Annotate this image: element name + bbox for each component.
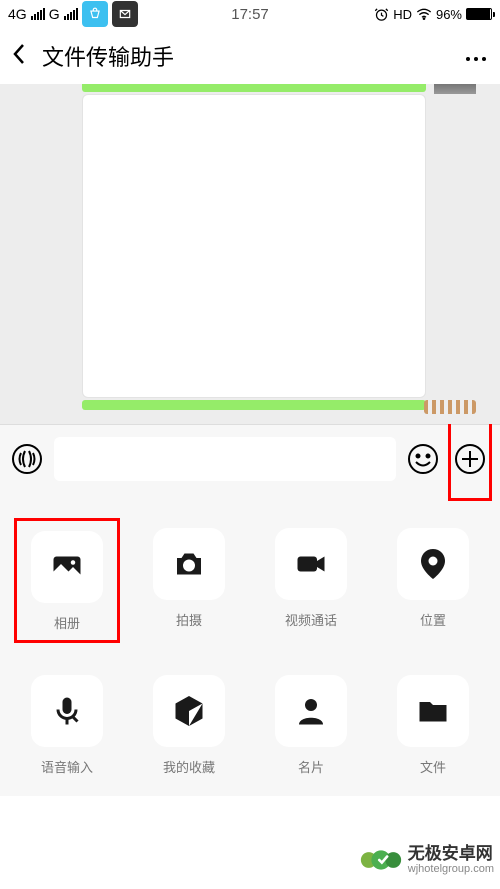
message-bubble[interactable] <box>82 400 426 410</box>
vivo-store-icon[interactable] <box>82 1 108 27</box>
signal-bars-icon <box>64 8 78 20</box>
image-message[interactable] <box>82 94 426 398</box>
status-right: HD 96% <box>374 7 492 22</box>
back-button[interactable] <box>12 43 36 70</box>
attach-item-camera[interactable]: 拍摄 <box>153 528 225 635</box>
cube-icon <box>171 693 207 729</box>
album-highlight: 相册 <box>14 518 120 643</box>
more-button[interactable] <box>464 43 488 69</box>
attach-item-file[interactable]: 文件 <box>397 675 469 776</box>
chat-title: 文件传输助手 <box>42 40 464 72</box>
microphone-icon <box>49 693 85 729</box>
battery-icon <box>466 8 492 20</box>
person-icon <box>293 693 329 729</box>
attach-label: 我的收藏 <box>163 757 215 776</box>
camera-icon <box>171 546 207 582</box>
attach-item-voice-input[interactable]: 语音输入 <box>31 675 103 776</box>
message-input[interactable] <box>54 437 396 481</box>
watermark-logo-icon <box>360 839 402 881</box>
chat-area[interactable] <box>0 84 500 424</box>
signal-bars-icon <box>31 8 45 20</box>
album-icon <box>49 549 85 585</box>
status-left: 4G G <box>8 1 374 27</box>
hd-label: HD <box>393 7 412 22</box>
folder-icon <box>415 693 451 729</box>
attach-item-contact-card[interactable]: 名片 <box>275 675 347 776</box>
plus-button[interactable] <box>453 442 487 476</box>
plus-button-highlight <box>448 417 492 501</box>
voice-toggle-button[interactable] <box>10 442 44 476</box>
attach-item-album[interactable]: 相册 <box>31 531 103 632</box>
attach-label: 视频通话 <box>285 610 337 629</box>
attach-label: 相册 <box>54 613 80 632</box>
avatar[interactable] <box>424 400 476 414</box>
watermark-title: 无极安卓网 <box>408 845 494 864</box>
attach-item-location[interactable]: 位置 <box>397 528 469 635</box>
wifi-icon <box>416 8 432 20</box>
attach-item-favorites[interactable]: 我的收藏 <box>153 675 225 776</box>
network-label-2: G <box>49 6 60 22</box>
watermark: 无极安卓网 wjhotelgroup.com <box>360 839 494 881</box>
video-icon <box>293 546 329 582</box>
emoji-button[interactable] <box>406 442 440 476</box>
battery-pct: 96% <box>436 7 462 22</box>
attach-label: 文件 <box>420 757 446 776</box>
watermark-url: wjhotelgroup.com <box>408 863 494 875</box>
attach-label: 名片 <box>298 757 324 776</box>
input-bar <box>0 424 500 492</box>
status-time: 17:57 <box>231 6 269 23</box>
attach-item-video-call[interactable]: 视频通话 <box>275 528 347 635</box>
location-icon <box>415 546 451 582</box>
attachment-panel: 相册 拍摄 视频通话 位置 语音输 <box>0 492 500 796</box>
message-bubble[interactable] <box>82 84 426 92</box>
avatar[interactable] <box>434 84 476 94</box>
nav-bar: 文件传输助手 <box>0 28 500 84</box>
notification-app-icon[interactable] <box>112 1 138 27</box>
attach-label: 拍摄 <box>176 610 202 629</box>
attach-label: 语音输入 <box>41 757 93 776</box>
status-bar: 4G G 17:57 HD 96% <box>0 0 500 28</box>
network-label-1: 4G <box>8 6 27 22</box>
attach-label: 位置 <box>420 610 446 629</box>
alarm-icon <box>374 7 389 22</box>
